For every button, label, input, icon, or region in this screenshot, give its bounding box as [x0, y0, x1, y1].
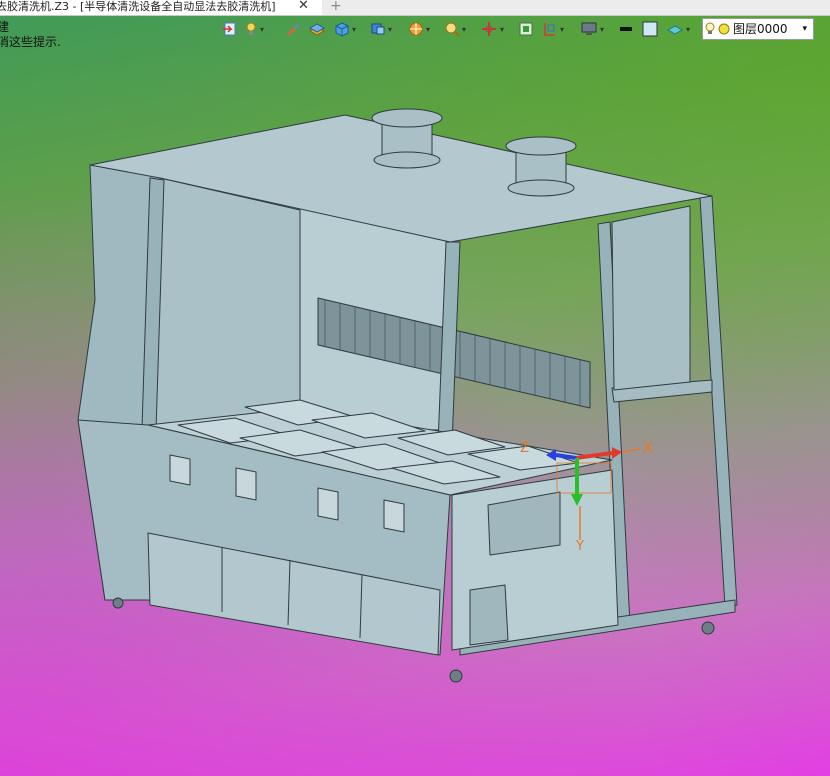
z-axis-label: Z [520, 441, 529, 456]
new-tab-icon[interactable]: + [330, 0, 342, 14]
command-prompt: 建 消这些提示. [0, 20, 61, 50]
chevron-down-icon[interactable]: ▾ [352, 25, 356, 34]
x-axis-label: X [642, 438, 653, 457]
render-icon[interactable]: ▾ [408, 19, 430, 39]
layer-dot-icon [718, 23, 730, 35]
caster-3 [701, 621, 715, 635]
chevron-down-icon[interactable]: ▾ [388, 25, 392, 34]
right-rear-post [699, 195, 738, 608]
document-tab-bar: 去胶清洗机.Z3 - [半导体清洗设备全自动显法去胶清洗机] ✕ + [0, 0, 830, 16]
frame-icon[interactable] [518, 19, 534, 39]
chevron-down-icon[interactable]: ▾ [500, 25, 504, 34]
document-tab[interactable]: 去胶清洗机.Z3 - [半导体清洗设备全自动显法去胶清洗机] ✕ [0, 0, 322, 15]
chevron-down-icon[interactable]: ▾ [462, 25, 466, 34]
caster-2 [449, 669, 463, 683]
align-icon[interactable]: ▾ [542, 19, 564, 39]
bulb-icon[interactable] [703, 21, 717, 37]
display-icon[interactable]: ▾ [580, 19, 604, 39]
inner-side-wall [151, 177, 301, 426]
caster-1 [112, 597, 124, 609]
chevron-down-icon[interactable]: ▾ [600, 25, 604, 34]
prompt-line-2: 消这些提示. [0, 35, 61, 49]
chevron-down-icon[interactable]: ▾ [260, 25, 264, 34]
bay-box-2 [469, 584, 509, 646]
view-toolbar: ▾ ▾ ▾ ▾ ▾ ▾ ▾ ▾ ▾ 图层0000 ▾ [218, 17, 830, 41]
chevron-down-icon[interactable]: ▾ [686, 25, 690, 34]
orient-icon[interactable]: ▾ [480, 19, 504, 39]
document-tab-title: 去胶清洗机.Z3 - [半导体清洗设备全自动显法去胶清洗机] [0, 0, 276, 13]
prompt-line-1: 建 [0, 20, 10, 34]
layer-name: 图层0000 [733, 22, 788, 36]
material-icon[interactable]: ▾ [666, 19, 690, 39]
line-weight-icon[interactable] [618, 19, 634, 39]
cube-icon[interactable]: ▾ [334, 19, 356, 39]
control-panel-3 [317, 487, 339, 521]
right-side-panel [611, 205, 691, 391]
zoom-icon[interactable]: ▾ [444, 19, 466, 39]
layer-select[interactable]: 图层0000 ▾ [702, 18, 814, 40]
layer-stack-icon[interactable] [308, 19, 326, 39]
color-swatch-icon[interactable] [642, 19, 658, 39]
chevron-down-icon[interactable]: ▾ [426, 25, 430, 34]
control-panel-1 [169, 454, 191, 486]
light-icon[interactable]: ▾ [244, 19, 264, 39]
3d-viewport[interactable]: 去胶清洗机.Z3 - [半导体清洗设备全自动显法去胶清洗机] ✕ + 建 消这些… [0, 0, 830, 776]
control-panel-2 [235, 467, 257, 501]
close-tab-icon[interactable]: ✕ [298, 0, 309, 13]
control-panel-4 [383, 499, 405, 533]
cleaning-machine-model[interactable]: X Y Z [0, 0, 830, 776]
y-axis-label: Y [575, 539, 584, 554]
chevron-down-icon[interactable]: ▾ [560, 25, 564, 34]
view-cube-icon[interactable]: ▾ [370, 19, 392, 39]
import-icon[interactable] [222, 19, 238, 39]
chevron-down-icon[interactable]: ▾ [802, 19, 807, 39]
brush-icon[interactable] [284, 19, 300, 39]
